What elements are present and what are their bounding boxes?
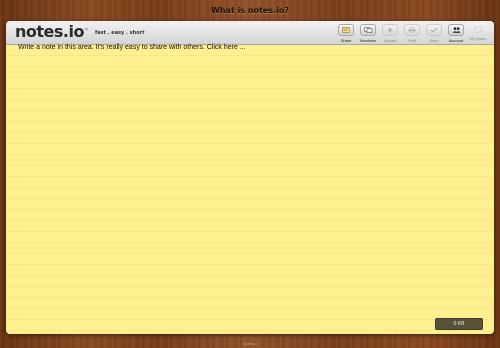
print-button[interactable]: Print [402, 23, 422, 43]
my-notes-label: My Notes [469, 36, 487, 41]
app-header: notes.io™ fast . easy . short Share Numb… [6, 21, 494, 45]
app-window: notes.io™ fast . easy . short Share Numb… [6, 21, 494, 334]
footer-link[interactable]: Notes.io [0, 341, 500, 346]
what-is-notes-link[interactable]: What is notes.io? [0, 6, 500, 15]
upload-button[interactable]: Upload [380, 23, 400, 43]
logo[interactable]: notes.io™ [15, 22, 89, 42]
logo-tm: ™ [83, 28, 89, 34]
share-label: Share [340, 38, 352, 43]
my-notes-button[interactable]: My Notes [468, 23, 488, 43]
checkmark-icon [426, 24, 442, 36]
note-placeholder[interactable]: Write a note in this area. It's really e… [18, 44, 246, 51]
account-label: Account [448, 38, 464, 43]
note-editor[interactable] [6, 45, 494, 334]
save-label: Save [429, 38, 439, 43]
logo-name: notes. [15, 22, 69, 41]
upload-label: Upload [383, 38, 397, 43]
numbers-button[interactable]: Numbers [358, 23, 378, 43]
upload-icon [382, 24, 398, 36]
account-button[interactable]: Account [446, 23, 466, 43]
note-size-badge: 0 KB [435, 318, 483, 330]
toolbar: Share Numbers Upload Print Save Account … [336, 23, 488, 43]
users-icon [448, 24, 464, 36]
numbers-label: Numbers [359, 38, 377, 43]
save-button[interactable]: Save [424, 23, 444, 43]
share-icon [338, 24, 354, 36]
notes-icon [471, 24, 485, 34]
share-button[interactable]: Share [336, 23, 356, 43]
tagline: fast . easy . short [95, 30, 145, 36]
logo-suffix: io [68, 22, 84, 41]
print-label: Print [407, 38, 417, 43]
numbers-icon [360, 24, 376, 36]
print-icon [404, 24, 420, 36]
